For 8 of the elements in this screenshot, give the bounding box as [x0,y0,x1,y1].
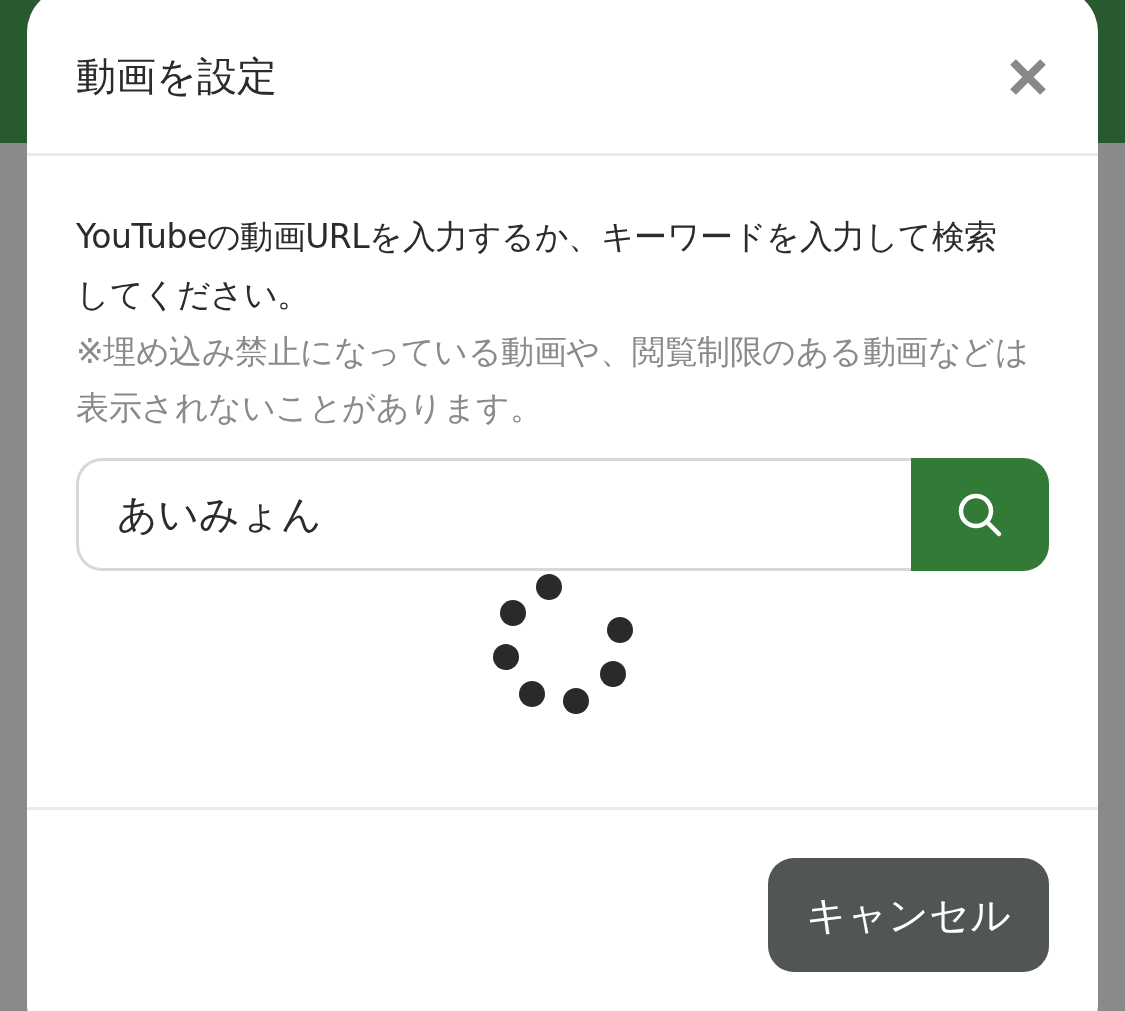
dialog-title: 動画を設定 [76,52,277,101]
note-text: ※埋め込み禁止になっている動画や、閲覧制限のある動画などは表示されないことがあります。 [76,331,1030,429]
search-button[interactable] [911,458,1049,571]
search-field[interactable]: あいみょん [76,458,911,571]
close-button[interactable] [1008,56,1048,97]
instruction-text: YouTubeの動画URLを入力するか、キーワードを入力して検索してください。 [76,216,998,316]
close-icon [1008,56,1048,97]
cancel-button[interactable]: キャンセル [768,858,1049,972]
